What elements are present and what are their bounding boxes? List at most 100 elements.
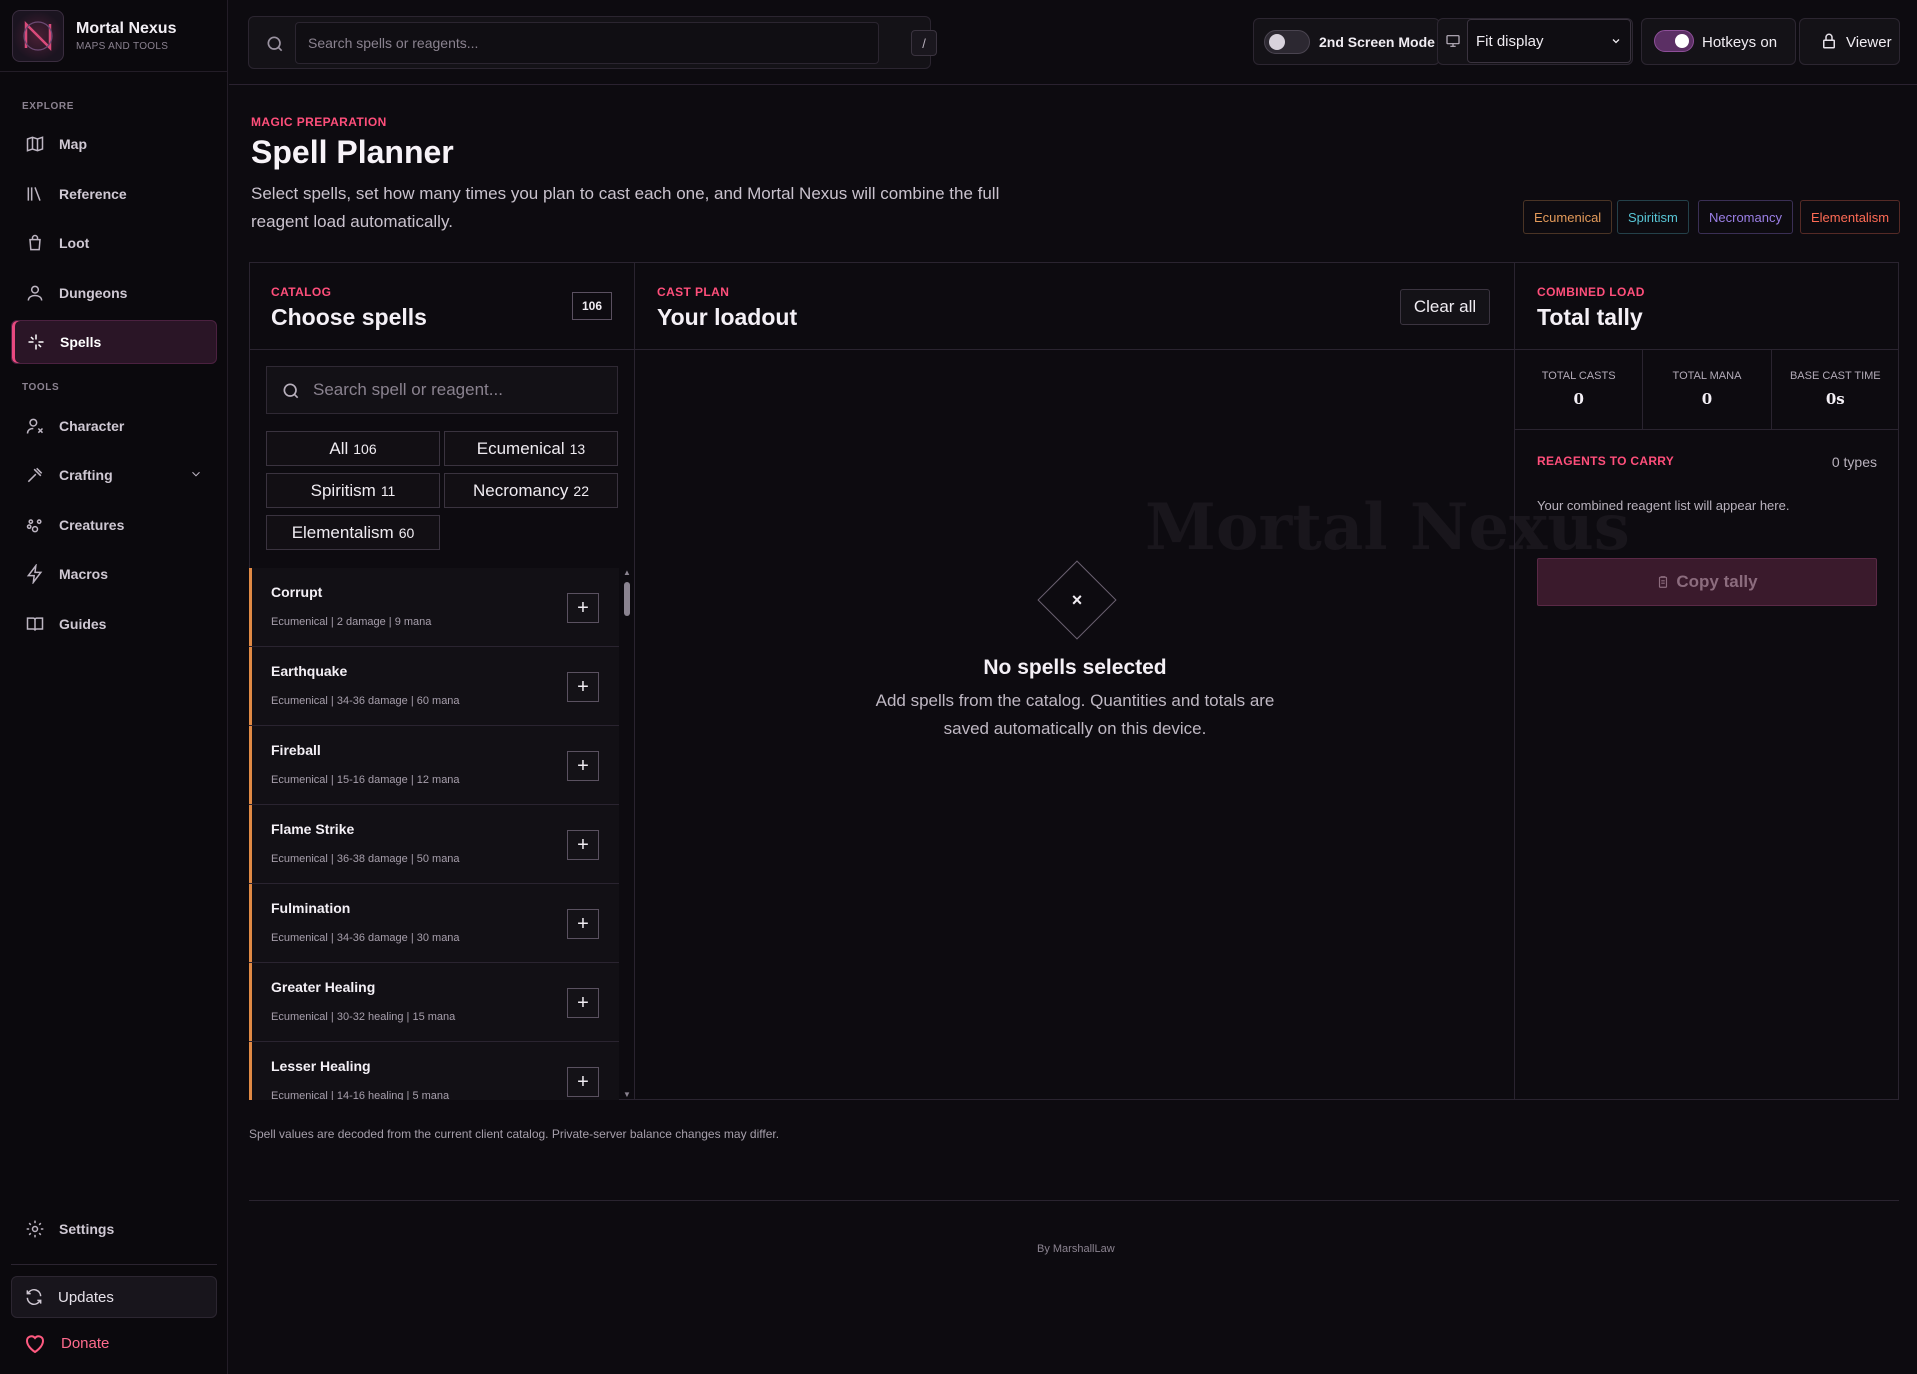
add-spell-button[interactable]: + <box>567 988 599 1018</box>
tally-header: COMBINED LOAD Total tally <box>1515 262 1899 350</box>
book-icon <box>27 187 41 201</box>
filter-spiritism[interactable]: Spiritism 11 <box>266 473 440 508</box>
search-input[interactable] <box>295 22 879 64</box>
stat-base-cast-time: BASE CAST TIME 0s <box>1772 350 1899 429</box>
spell-row-fireball[interactable]: Fireball Ecumenical | 15-16 damage | 12 … <box>249 726 619 805</box>
catalog-search-input[interactable] <box>313 371 613 409</box>
tally-eyebrow: COMBINED LOAD <box>1537 285 1645 299</box>
spell-row-fulmination[interactable]: Fulmination Ecumenical | 34-36 damage | … <box>249 884 619 963</box>
sidebar-item-guides[interactable]: Guides <box>11 602 217 646</box>
catalog-header: CATALOG Choose spells 106 <box>249 262 634 350</box>
stat-value: 0 <box>1701 390 1713 408</box>
spell-meta: Ecumenical | 30-32 healing | 15 mana <box>271 1011 456 1023</box>
user-icon <box>27 285 43 301</box>
filter-necromancy[interactable]: Necromancy 22 <box>444 473 618 508</box>
school-chip-spiritism: Spiritism <box>1617 200 1689 234</box>
sidebar-item-label: Guides <box>59 616 107 632</box>
filter-elementalism[interactable]: Elementalism 60 <box>266 515 440 550</box>
tally-title: Total tally <box>1537 304 1643 330</box>
catalog-title: Choose spells <box>271 304 427 330</box>
clear-all-button[interactable]: Clear all <box>1400 289 1490 325</box>
add-spell-button[interactable]: + <box>567 751 599 781</box>
spell-row-lesser-healing[interactable]: Lesser Healing Ecumenical | 14-16 healin… <box>249 1042 619 1100</box>
add-spell-button[interactable]: + <box>567 909 599 939</box>
sidebar-item-settings[interactable]: Settings <box>11 1207 217 1251</box>
filter-label: Elementalism <box>291 522 394 542</box>
sidebar-item-crafting[interactable]: Crafting <box>11 453 217 497</box>
filter-count: 13 <box>569 440 586 457</box>
filter-count: 11 <box>380 482 396 499</box>
spell-list-scrollbar[interactable]: ▲ ▼ <box>622 568 632 1100</box>
sidebar-item-label: Map <box>59 136 87 152</box>
page-eyebrow: MAGIC PREPARATION <box>251 115 387 129</box>
second-screen-toggle[interactable] <box>1264 30 1310 54</box>
stat-total-mana: TOTAL MANA 0 <box>1643 350 1772 429</box>
hammer-icon <box>27 467 43 483</box>
filter-count: 22 <box>573 482 589 499</box>
cast-plan-eyebrow: CAST PLAN <box>657 285 730 299</box>
sidebar-item-spells[interactable]: Spells <box>11 320 217 364</box>
catalog-search <box>266 366 618 414</box>
empty-state-description: Add spells from the catalog. Quantities … <box>875 691 1275 738</box>
reagents-empty-text: Your combined reagent list will appear h… <box>1537 498 1790 513</box>
scroll-down-icon[interactable]: ▼ <box>622 1090 632 1100</box>
sidebar-item-creatures[interactable]: Creatures <box>11 503 217 547</box>
section-tools: TOOLS <box>22 382 60 393</box>
school-chip-ecumenical: Ecumenical <box>1523 200 1613 234</box>
catalog-panel: CATALOG Choose spells 106 All 106 Ecumen… <box>249 262 635 1100</box>
catalog-count-badge: 106 <box>572 292 612 320</box>
spell-meta: Ecumenical | 34-36 damage | 60 mana <box>271 695 460 707</box>
spell-row-earthquake[interactable]: Earthquake Ecumenical | 34-36 damage | 6… <box>249 647 619 726</box>
filter-all[interactable]: All 106 <box>266 431 440 466</box>
add-spell-button[interactable]: + <box>567 1067 599 1097</box>
updates-label: Updates <box>58 1288 114 1306</box>
viewer-button[interactable]: Viewer <box>1799 18 1900 65</box>
second-screen-label: 2nd Screen Mode <box>1319 34 1435 50</box>
scroll-up-icon[interactable]: ▲ <box>622 568 632 578</box>
footer-divider <box>249 1200 1899 1201</box>
filter-ecumenical[interactable]: Ecumenical 13 <box>444 431 618 466</box>
copy-tally-button[interactable]: Copy tally <box>1537 558 1877 606</box>
open-book-icon <box>26 617 44 631</box>
chevron-down-icon <box>1610 34 1622 51</box>
spell-name: Greater Healing <box>271 979 376 995</box>
spell-name: Corrupt <box>271 584 323 600</box>
bolt-icon <box>26 564 43 584</box>
empty-state-x-icon: × <box>1071 589 1083 610</box>
add-spell-button[interactable]: + <box>567 593 599 623</box>
spell-row-flame-strike[interactable]: Flame Strike Ecumenical | 36-38 damage |… <box>249 805 619 884</box>
sidebar-item-character[interactable]: Character <box>11 404 217 448</box>
stat-value: 0 <box>1573 390 1584 408</box>
sidebar-item-reference[interactable]: Reference <box>11 172 217 216</box>
spell-meta: Ecumenical | 14-16 healing | 5 mana <box>271 1090 450 1100</box>
spell-name: Fulmination <box>271 900 351 916</box>
sidebar-item-dungeons[interactable]: Dungeons <box>11 271 217 315</box>
add-spell-button[interactable]: + <box>567 830 599 860</box>
spell-row-corrupt[interactable]: Corrupt Ecumenical | 2 damage | 9 mana + <box>249 568 619 647</box>
heart-icon <box>26 1335 44 1354</box>
sidebar-item-loot[interactable]: Loot <box>11 221 217 265</box>
sidebar-item-macros[interactable]: Macros <box>11 552 217 596</box>
filter-label: Spiritism <box>310 480 376 500</box>
sidebar-item-label: Macros <box>59 566 109 582</box>
global-search: / <box>248 16 937 69</box>
add-spell-button[interactable]: + <box>567 672 599 702</box>
empty-state-title: No spells selected <box>983 656 1167 679</box>
tally-stats: TOTAL CASTS 0 TOTAL MANA 0 BASE CAST TIM… <box>1515 350 1899 430</box>
spell-row-greater-healing[interactable]: Greater Healing Ecumenical | 30-32 heali… <box>249 963 619 1042</box>
gear-icon <box>26 1220 44 1238</box>
display-select[interactable]: Fit display <box>1467 19 1631 63</box>
sidebar-item-label: Crafting <box>59 467 113 483</box>
hotkeys-toggle[interactable] <box>1654 30 1694 52</box>
donate-button[interactable]: Donate <box>11 1322 217 1364</box>
updates-button[interactable]: Updates <box>11 1276 217 1318</box>
sidebar-item-map[interactable]: Map <box>11 122 217 166</box>
scrollbar-thumb[interactable] <box>624 582 630 616</box>
filter-label: Ecumenical <box>476 438 565 458</box>
spell-meta: Ecumenical | 36-38 damage | 50 mana <box>271 853 460 865</box>
brand[interactable]: Mortal Nexus MAPS AND TOOLS <box>0 0 227 72</box>
filter-label: Necromancy <box>473 480 569 500</box>
school-chip-necromancy: Necromancy <box>1698 200 1793 234</box>
second-screen-group: 2nd Screen Mode <box>1253 18 1440 65</box>
stat-value: 0s <box>1825 390 1845 408</box>
